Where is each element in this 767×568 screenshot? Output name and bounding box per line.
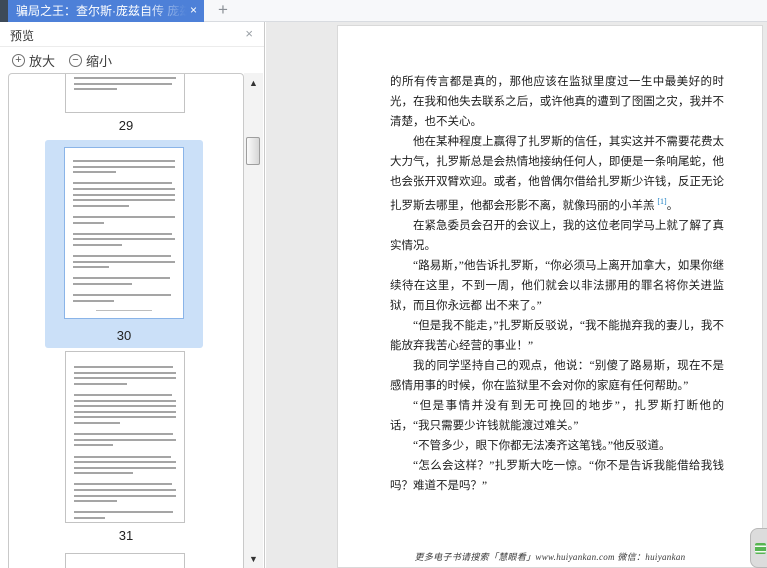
- thumbnail-text-line: [73, 255, 171, 258]
- thumbnail-text-line: [73, 182, 172, 185]
- thumbnail-text-line: [73, 243, 122, 246]
- thumbnail-text-line: [73, 165, 175, 168]
- page-number-label: 29: [118, 118, 134, 133]
- thumbnail-text-line: [73, 215, 175, 218]
- thumbnail-text-line: [74, 517, 105, 520]
- sidebar-header: 预览 ×: [0, 22, 264, 47]
- thumbnail-text-line: [73, 160, 175, 162]
- thumbnail-text-line: [73, 294, 171, 297]
- thumbnail-text-line: [74, 416, 176, 419]
- tab-book[interactable]: 骗局之王：查尔斯·庞兹自传 庞兹 ×: [8, 0, 204, 22]
- window-edge: [0, 0, 8, 22]
- thumbnail-text-line: [74, 444, 113, 447]
- thumbnail-page-30-selected[interactable]: [64, 147, 184, 319]
- reading-pane: 的所有传言都是真的，那他应该在监狱里度过一生中最美好的时光，在我和他失去联系之后…: [266, 22, 767, 568]
- thumbnail-text-line: [73, 283, 133, 286]
- sidebar-title: 预览: [10, 29, 35, 43]
- thumbnail-text-line: [74, 405, 176, 408]
- thumbnail-text-line: [73, 193, 175, 196]
- thumbnail-text-line: [73, 266, 109, 269]
- thumbnail-selection-highlight[interactable]: 30: [45, 140, 203, 348]
- thumbnail-text-line: [74, 399, 176, 402]
- thumbnail-text-line: [74, 371, 176, 374]
- thumbnail-text-line: [73, 204, 130, 207]
- thumbnail-text-line: [74, 461, 176, 464]
- sidebar-close-icon[interactable]: ×: [245, 26, 253, 41]
- paragraph: “怎么会这样？”扎罗斯大吃一惊。“你不是告诉我能借给我钱吗？难道不是吗？”: [390, 459, 724, 492]
- thumbnail-text-line: [74, 366, 173, 368]
- thumbnail-text-line: [74, 393, 172, 396]
- thumbnail-text-line: [74, 421, 120, 424]
- scroll-up-icon[interactable]: ▲: [244, 78, 263, 88]
- thumbnail-text-line: [73, 199, 175, 202]
- paragraph: 的所有传言都是真的，那他应该在监狱里度过一生中最美好的时光，在我和他失去联系之后…: [390, 76, 724, 128]
- sidebar-scrollbar[interactable]: ▲ ▼: [244, 73, 263, 568]
- zoom-out-icon: −: [69, 53, 83, 67]
- thumbnail-text-line: [74, 494, 176, 497]
- paragraph: 我的同学坚持自己的观点，他说：“别傻了路易斯，现在不是感情用事的时候，你在监狱里…: [390, 359, 724, 392]
- tab-close-icon[interactable]: ×: [187, 0, 200, 22]
- thumbnail-text-line: [74, 410, 176, 413]
- thumbnail-text-line: [74, 377, 176, 380]
- thumbnail-text-line: [74, 489, 176, 492]
- thumbnail-text-line: [74, 433, 173, 436]
- thumbnail-text-line: [74, 455, 171, 458]
- tab-bar: 骗局之王：查尔斯·庞兹自传 庞兹 × +: [0, 0, 767, 22]
- thumbnail-text-line: [73, 238, 175, 241]
- thumbnail-text-line: [74, 500, 117, 503]
- thumbnail-text-line: [74, 82, 172, 85]
- thumbnail-text-line: [73, 260, 175, 263]
- zoom-out-label: 缩小: [86, 53, 113, 69]
- page-number-label: 30: [116, 328, 132, 343]
- page-number-label: 31: [118, 528, 134, 543]
- thumbnail-list: 29 30 31: [8, 73, 244, 568]
- new-tab-button[interactable]: +: [213, 0, 233, 22]
- thumbnail-page-29[interactable]: [65, 74, 185, 113]
- side-widget-handle[interactable]: [750, 528, 767, 568]
- thumbnail-text-line: [74, 466, 176, 469]
- paragraph: “但是事情并没有到无可挽回的地步”，扎罗斯打断他的话，“我只需要少许钱就能渡过难…: [390, 399, 724, 432]
- zoom-toolbar: + 放大 − 缩小: [0, 47, 264, 73]
- zoom-out-button[interactable]: − 缩小: [69, 51, 112, 70]
- zoom-in-icon: +: [12, 53, 25, 67]
- thumbnail-text-line: [73, 232, 172, 235]
- page-footer-text: 更多电子书请搜索「慧眼看」www.huiyankan.com 微信：huiyan…: [414, 552, 686, 562]
- thumbnail-text-line: [74, 77, 176, 79]
- thumbnail-text-line: [74, 88, 117, 91]
- thumbnail-footer-line: [95, 309, 153, 312]
- thumbnail-page-partial[interactable]: [65, 553, 185, 568]
- thumbnail-text-line: [74, 438, 176, 441]
- thumbnail-text-line: [73, 221, 104, 224]
- document-page: 的所有传言都是真的，那他应该在监狱里度过一生中最美好的时光，在我和他失去联系之后…: [337, 25, 763, 568]
- thumbnail-text-line: [73, 187, 175, 190]
- paragraph: “不管多少，眼下你都无法凑齐这笔钱。”他反驳道。: [413, 439, 671, 452]
- zoom-in-button[interactable]: + 放大: [12, 51, 55, 70]
- scrollbar-thumb[interactable]: [246, 137, 260, 165]
- thumbnail-text-line: [74, 511, 173, 514]
- preview-sidebar: 预览 × + 放大 − 缩小 29 30 31 ▲ ▼: [0, 22, 265, 568]
- paragraph: 在紧急委员会召开的会议上，我的这位老同学马上就了解了真实情况。: [390, 219, 724, 252]
- paragraph: “路易斯，”他告诉扎罗斯，“你必须马上离开加拿大，如果你继续待在这里，不到一周，…: [390, 259, 724, 312]
- paragraph: 他在某种程度上赢得了扎罗斯的信任，其实这并不需要花费太大力气，扎罗斯总是会热情地…: [390, 136, 724, 212]
- thumbnail-text-line: [74, 483, 172, 486]
- thumbnail-text-line: [74, 382, 128, 385]
- thumbnail-text-line: [73, 277, 170, 280]
- page-paragraphs: 的所有传言都是真的，那他应该在监狱里度过一生中最美好的时光，在我和他失去联系之后…: [390, 72, 724, 546]
- thumbnail-text-line: [73, 171, 116, 174]
- footnote-ref[interactable]: [1]: [657, 197, 666, 206]
- thumbnail-text-line: [73, 299, 114, 302]
- scroll-down-icon[interactable]: ▼: [244, 554, 263, 564]
- widget-icon: [755, 543, 766, 554]
- tab-title: 骗局之王：查尔斯·庞兹自传 庞兹: [16, 4, 187, 18]
- paragraph: “但是我不能走，”扎罗斯反驳说，“我不能抛弃我的妻儿，我不能放弃我苦心经营的事业…: [390, 319, 724, 352]
- app-window: 骗局之王：查尔斯·庞兹自传 庞兹 × + 预览 × + 放大 − 缩小 29 3…: [0, 0, 767, 568]
- thumbnail-text-line: [74, 472, 134, 475]
- zoom-in-label: 放大: [29, 53, 56, 69]
- thumbnail-page-31[interactable]: [65, 351, 185, 523]
